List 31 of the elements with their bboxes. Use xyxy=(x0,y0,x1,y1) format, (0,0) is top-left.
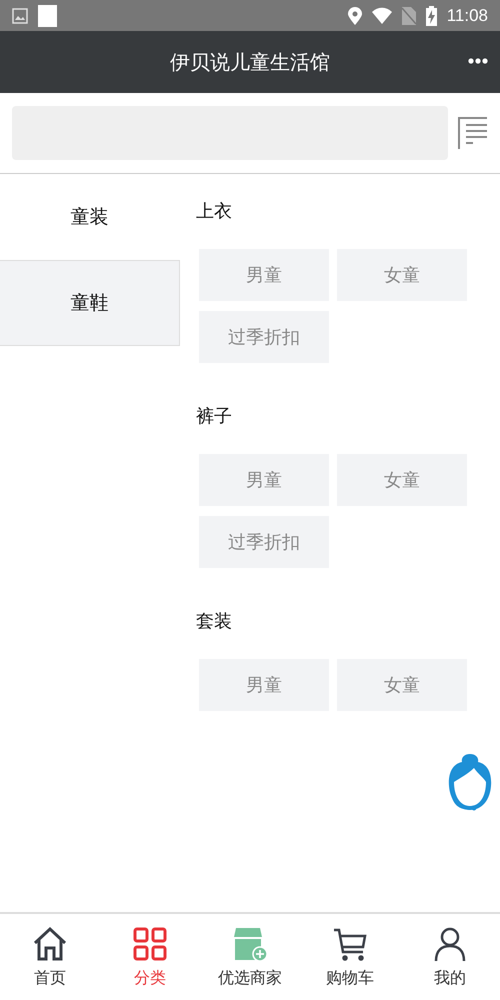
nav-tab[interactable]: 优选商家 xyxy=(200,914,300,1000)
nav-tab[interactable]: 分类 xyxy=(100,914,200,1000)
grid-icon xyxy=(132,926,168,962)
section-title: 上衣 xyxy=(196,200,233,224)
nav-tab[interactable]: 首页 xyxy=(0,914,100,1000)
category-item[interactable]: 童鞋 xyxy=(0,260,180,346)
subcategory-tag[interactable]: 女童 xyxy=(337,249,467,301)
subcategory-tag[interactable]: 男童 xyxy=(199,454,329,506)
more-icon[interactable] xyxy=(468,57,488,65)
battery-charging-icon xyxy=(426,6,437,26)
subcategory-tag[interactable]: 男童 xyxy=(199,249,329,301)
shop-icon xyxy=(232,926,268,962)
blank-notification-icon xyxy=(38,4,57,26)
subcategory-tag[interactable]: 女童 xyxy=(337,454,467,506)
home-icon xyxy=(32,926,68,962)
nav-tab[interactable]: 购物车 xyxy=(300,914,400,1000)
list-icon[interactable] xyxy=(458,117,488,149)
section-title: 套装 xyxy=(196,610,233,634)
no-sim-icon xyxy=(402,6,416,24)
page-title: 伊贝说儿童生活馆 xyxy=(170,48,330,76)
nav-tab[interactable]: 我的 xyxy=(400,914,500,1000)
wifi-icon xyxy=(372,7,392,24)
subcategory-tag[interactable]: 女童 xyxy=(337,659,467,711)
location-icon xyxy=(348,6,362,24)
status-time: 11:08 xyxy=(446,6,488,26)
section-title: 裤子 xyxy=(196,405,233,429)
subcategory-tag[interactable]: 过季折扣 xyxy=(199,311,329,363)
subcategory-tag[interactable]: 男童 xyxy=(199,659,329,711)
subcategory-tag[interactable]: 过季折扣 xyxy=(199,516,329,568)
image-icon xyxy=(12,8,28,24)
user-icon xyxy=(432,926,468,962)
